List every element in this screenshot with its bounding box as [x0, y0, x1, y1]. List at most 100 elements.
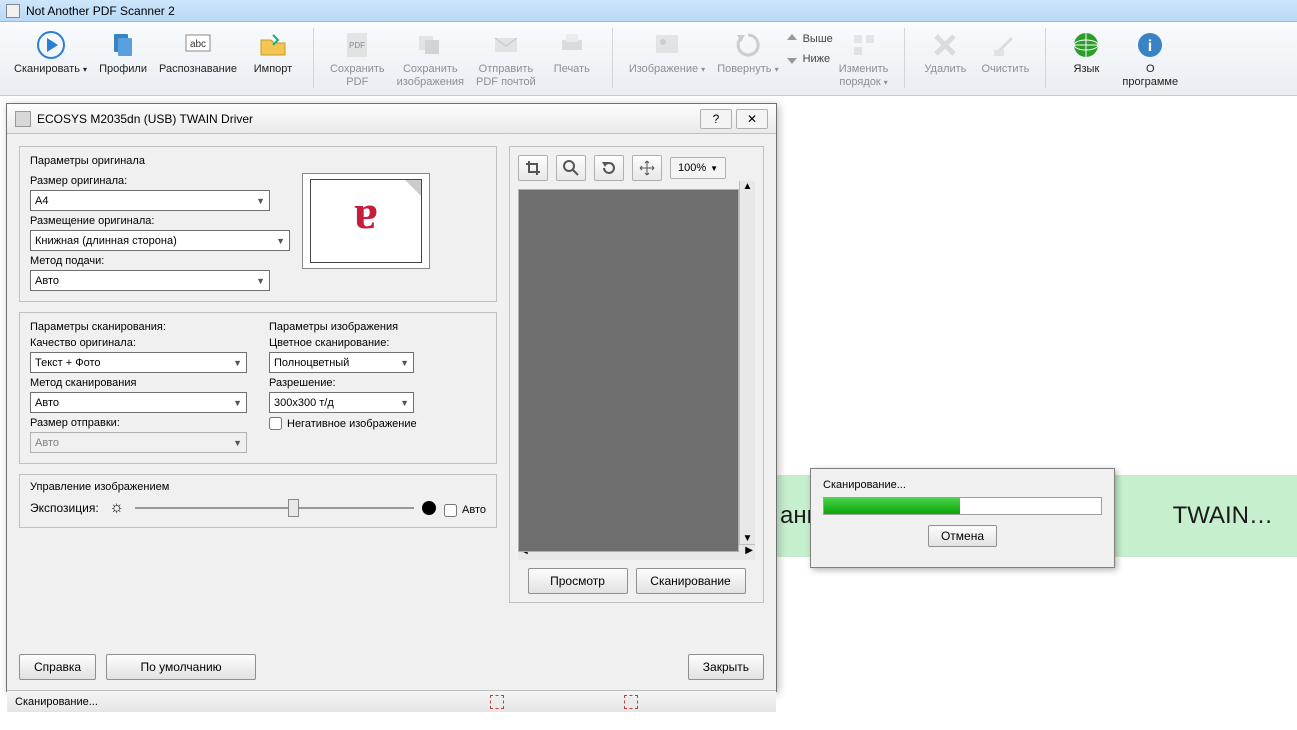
imgparam-header: Параметры изображения — [269, 321, 486, 333]
envelope-icon — [491, 30, 521, 60]
method-combo[interactable]: Авто▼ — [30, 392, 247, 413]
vscrollbar[interactable]: ▲▼ — [739, 181, 755, 544]
size-combo[interactable]: A4▼ — [30, 190, 270, 211]
original-params-header: Параметры оригинала — [30, 155, 486, 167]
delete-button[interactable]: Удалить — [915, 28, 975, 78]
broom-icon — [990, 30, 1020, 60]
original-params-panel: Параметры оригинала Размер оригинала: A4… — [19, 146, 497, 302]
rotate-cw-icon — [601, 160, 617, 176]
resolution-combo[interactable]: 300x300 т/д▼ — [269, 392, 414, 413]
feed-label: Метод подачи: — [30, 255, 290, 267]
exposure-label: Экспозиция: — [30, 501, 99, 515]
dialog-help-button[interactable]: ? — [700, 109, 732, 129]
ocr-button[interactable]: abc Распознавание — [153, 28, 243, 78]
placement-combo[interactable]: Книжная (длинная сторона)▼ — [30, 230, 290, 251]
print-button[interactable]: Печать — [542, 28, 602, 78]
color-label: Цветное сканирование: — [269, 337, 486, 349]
arrow-up-icon — [785, 32, 799, 46]
cancel-scan-button[interactable]: Отмена — [928, 525, 997, 547]
color-combo[interactable]: Полноцветный▼ — [269, 352, 414, 373]
scanparam-header: Параметры сканирования: — [30, 321, 247, 333]
dialog-statusbar: Сканирование... — [7, 690, 776, 712]
status-mark-icon — [490, 695, 504, 709]
move-icon — [639, 160, 655, 176]
image-button[interactable]: Изображение ▾ — [623, 28, 711, 78]
language-button[interactable]: Язык — [1056, 28, 1116, 78]
x-icon — [930, 30, 960, 60]
rotate-preview-button[interactable] — [594, 155, 624, 181]
size-label: Размер оригинала: — [30, 175, 290, 187]
scan-image-params-panel: Параметры сканирования: Качество оригина… — [19, 312, 497, 464]
folder-import-icon — [258, 30, 288, 60]
dialog-icon — [15, 111, 31, 127]
save-pdf-button[interactable]: PDF Сохранить PDF — [324, 28, 391, 91]
window-title: Not Another PDF Scanner 2 — [26, 4, 175, 18]
profiles-button[interactable]: Профили — [93, 28, 153, 78]
save-images-button[interactable]: Сохранить изображения — [391, 28, 470, 91]
dialog-titlebar: ECOSYS M2035dn (USB) TWAIN Driver ? ✕ — [7, 104, 776, 134]
twain-driver-dialog: ECOSYS M2035dn (USB) TWAIN Driver ? ✕ Па… — [6, 103, 777, 692]
move-down-button[interactable]: Ниже — [785, 52, 833, 66]
scan-button[interactable]: Сканировать ▾ — [8, 28, 93, 78]
scan-progress-dialog: Сканирование... Отмена — [810, 468, 1115, 568]
printer-icon — [557, 30, 587, 60]
original-preview: a — [302, 173, 430, 269]
rotate-button[interactable]: Повернуть ▾ — [711, 28, 784, 78]
clear-button[interactable]: Очистить — [975, 28, 1035, 78]
import-button[interactable]: Импорт — [243, 28, 303, 78]
svg-text:abc: abc — [190, 39, 206, 50]
dark-dot-icon — [422, 501, 436, 515]
pdf-icon: PDF — [342, 30, 372, 60]
progress-title: Сканирование... — [811, 469, 1114, 497]
quality-label: Качество оригинала: — [30, 337, 247, 349]
dialog-close-button[interactable]: ✕ — [736, 109, 768, 129]
dialog-close-bottom-button[interactable]: Закрыть — [688, 654, 764, 680]
imgctrl-header: Управление изображением — [30, 481, 486, 493]
preview-panel: 100%▼ ▲▼ ◀▶ Просмотр Сканирование — [509, 146, 764, 603]
strip-right-text: TWAIN… — [1173, 502, 1297, 530]
zoom-button[interactable] — [556, 155, 586, 181]
dialog-title: ECOSYS M2035dn (USB) TWAIN Driver — [37, 112, 253, 126]
ribbon-toolbar: Сканировать ▾ Профили abc Распознавание … — [0, 22, 1297, 96]
feed-combo[interactable]: Авто▼ — [30, 270, 270, 291]
crop-icon — [525, 160, 541, 176]
about-button[interactable]: i О программе — [1116, 28, 1184, 91]
crop-button[interactable] — [518, 155, 548, 181]
defaults-button[interactable]: По умолчанию — [106, 654, 256, 680]
negative-checkbox[interactable]: Негативное изображение — [269, 417, 486, 430]
preview-button[interactable]: Просмотр — [528, 568, 628, 594]
sendsize-combo: Авто▼ — [30, 432, 247, 453]
method-label: Метод сканирования — [30, 377, 247, 389]
info-icon: i — [1135, 30, 1165, 60]
preview-canvas[interactable] — [518, 189, 739, 552]
zoom-combo[interactable]: 100%▼ — [670, 157, 726, 179]
auto-exposure-checkbox[interactable]: Авто — [444, 504, 486, 517]
documents-icon — [108, 30, 138, 60]
magnifier-icon — [563, 160, 579, 176]
globe-icon — [1071, 30, 1101, 60]
image-control-panel: Управление изображением Экспозиция: ☼ Ав… — [19, 474, 497, 528]
reorder-icon — [849, 30, 879, 60]
progress-bar — [823, 497, 1102, 515]
app-icon — [6, 4, 20, 18]
status-text: Сканирование... — [15, 696, 98, 708]
help-button[interactable]: Справка — [19, 654, 96, 680]
email-pdf-button[interactable]: Отправить PDF почтой — [470, 28, 542, 91]
window-titlebar: Not Another PDF Scanner 2 — [0, 0, 1297, 22]
exposure-slider[interactable] — [135, 507, 414, 509]
move-up-button[interactable]: Выше — [785, 32, 833, 46]
svg-text:i: i — [1148, 38, 1152, 55]
resolution-label: Разрешение: — [269, 377, 486, 389]
status-mark-icon — [624, 695, 638, 709]
reorder-button[interactable]: Изменить порядок ▾ — [833, 28, 895, 91]
picture-icon — [652, 30, 682, 60]
quality-combo[interactable]: Текст + Фото▼ — [30, 352, 247, 373]
abc-icon: abc — [183, 30, 213, 60]
play-circle-icon — [36, 30, 66, 60]
images-icon — [415, 30, 445, 60]
sun-icon: ☼ — [107, 499, 127, 517]
scan-dialog-button[interactable]: Сканирование — [636, 568, 746, 594]
move-button[interactable] — [632, 155, 662, 181]
sendsize-label: Размер отправки: — [30, 417, 247, 429]
arrow-down-icon — [785, 52, 799, 66]
